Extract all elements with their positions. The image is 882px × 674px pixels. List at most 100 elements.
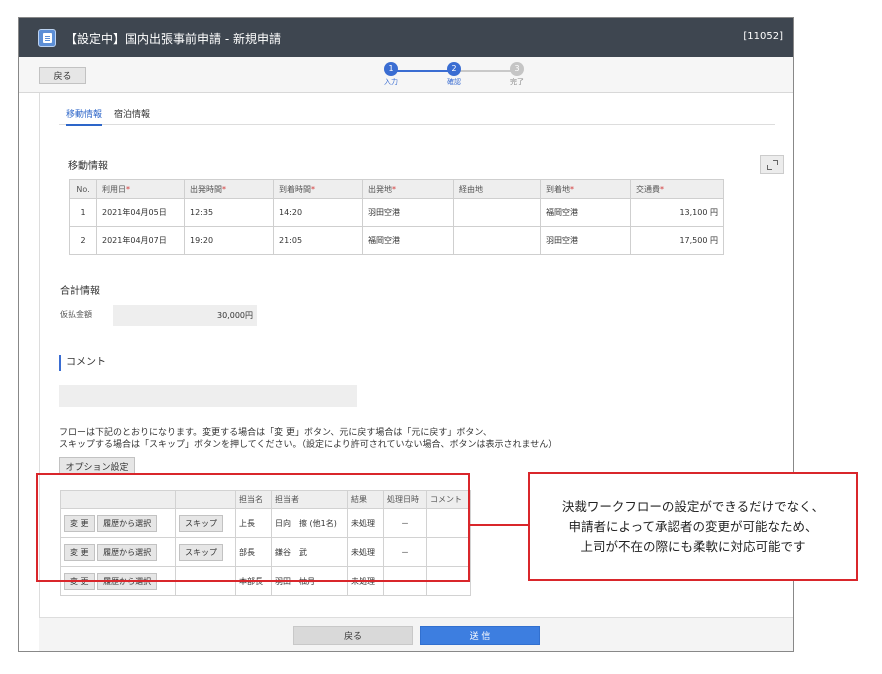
advance-amount-label: 仮払金額 xyxy=(60,310,92,319)
column-header: 処理日時 xyxy=(383,490,427,509)
table-row[interactable]: 1 2021年04月05日 12:35 14:20 羽田空港 福岡空港 13,1… xyxy=(69,198,724,227)
select-from-history-button[interactable]: 履歴から選択 xyxy=(97,514,158,532)
flow-row: 変 更 履歴から選択 本部長 羽田 柚月 未処理 － xyxy=(60,566,471,596)
step-number: 2 xyxy=(447,62,461,76)
callout-line-3: 上司が不在の際にも柔軟に対応可能です xyxy=(580,539,806,554)
step-label: 完了 xyxy=(510,78,524,86)
back-button-top[interactable]: 戻る xyxy=(39,67,86,84)
cell-depart-time: 12:35 xyxy=(184,198,274,227)
title-bar: 【設定中】国内出張事前申請 - 新規申請 [11052] xyxy=(19,18,793,57)
comment-section-title: コメント xyxy=(59,355,106,371)
cell-from: 羽田空港 xyxy=(362,198,454,227)
flow-row: 変 更 履歴から選択 スキップ 部長 鎌谷 武 未処理 － xyxy=(60,537,471,567)
select-from-history-button[interactable]: 履歴から選択 xyxy=(97,572,158,590)
cell-to: 羽田空港 xyxy=(540,226,631,255)
comment-field[interactable] xyxy=(59,385,357,407)
cell-person: 日向 擦 (他1名) xyxy=(271,508,348,538)
cell-to: 福岡空港 xyxy=(540,198,631,227)
option-settings-button[interactable]: オプション設定 xyxy=(59,457,135,475)
table-row[interactable]: 2 2021年04月07日 19:20 21:05 福岡空港 羽田空港 17,5… xyxy=(69,226,724,255)
column-header-label: 出発時間 xyxy=(190,184,222,194)
footer-bar: 戻る 送 信 xyxy=(39,617,793,651)
callout-line-1: 決裁ワークフローの設定ができるだけでなく、 xyxy=(561,499,825,514)
column-header-label: 到着地 xyxy=(546,184,570,194)
document-app-icon xyxy=(38,29,56,47)
table-header-row: No. 利用日* 出発時間* 到着時間* 出発地* 経由地 到着地* 交通費* xyxy=(69,179,724,199)
cell-date: 2021年04月05日 xyxy=(96,198,185,227)
tab-bar: 移動情報 宿泊情報 xyxy=(59,107,775,126)
cell-processed-date: － xyxy=(383,566,427,596)
column-header xyxy=(60,490,176,509)
column-header: 担当名 xyxy=(235,490,272,509)
cell-via xyxy=(453,226,541,255)
cell-result: 未処理 xyxy=(347,537,384,567)
cell-result: 未処理 xyxy=(347,508,384,538)
change-approver-button[interactable]: 変 更 xyxy=(64,514,95,532)
cell-date: 2021年04月07日 xyxy=(96,226,185,255)
column-header: 担当者 xyxy=(271,490,348,509)
cell-role: 上長 xyxy=(235,508,272,538)
column-header: 経由地 xyxy=(453,179,541,199)
cell-comment xyxy=(426,508,471,538)
advance-amount-value: 30,000円 xyxy=(113,305,257,326)
send-button[interactable]: 送 信 xyxy=(420,626,540,645)
flow-actions: 変 更 履歴から選択 xyxy=(60,537,176,567)
cell-no: 2 xyxy=(69,226,97,255)
form-id: [11052] xyxy=(743,31,783,42)
cell-fare: 17,500 円 xyxy=(630,226,724,255)
column-header-label: 到着時間 xyxy=(279,184,311,194)
column-header: 到着時間* xyxy=(273,179,363,199)
step-label: 入力 xyxy=(384,78,398,86)
change-approver-button[interactable]: 変 更 xyxy=(64,572,95,590)
skip-button[interactable]: スキップ xyxy=(179,514,223,532)
cell-role: 本部長 xyxy=(235,566,272,596)
expand-icon[interactable] xyxy=(760,155,784,174)
movement-table: No. 利用日* 出発時間* 到着時間* 出発地* 経由地 到着地* 交通費* … xyxy=(69,179,724,255)
cell-from: 福岡空港 xyxy=(362,226,454,255)
column-header: 結果 xyxy=(347,490,384,509)
cell-via xyxy=(453,198,541,227)
required-mark: * xyxy=(570,184,574,194)
cell-processed-date: － xyxy=(383,537,427,567)
step-label: 確認 xyxy=(447,78,461,86)
cell-person: 鎌谷 武 xyxy=(271,537,348,567)
column-header: No. xyxy=(69,179,97,199)
required-mark: * xyxy=(222,184,226,194)
column-header-label: 出発地 xyxy=(368,184,392,194)
table-header-row: 担当名 担当者 結果 処理日時 コメント xyxy=(60,490,471,509)
cell-arrive-time: 14:20 xyxy=(273,198,363,227)
callout-line-2: 申請者によって承認者の変更が可能なため、 xyxy=(568,519,818,534)
cell-role: 部長 xyxy=(235,537,272,567)
callout-connector xyxy=(470,524,528,526)
window-title: 【設定中】国内出張事前申請 - 新規申請 xyxy=(65,32,281,46)
flow-instruction-line: スキップする場合は「スキップ」ボタンを押してください。（設定により許可されていな… xyxy=(59,440,558,450)
column-header-label: 交通費 xyxy=(636,184,660,194)
skip-button[interactable]: スキップ xyxy=(179,543,223,561)
tab-movement[interactable]: 移動情報 xyxy=(66,107,103,126)
required-mark: * xyxy=(660,184,664,194)
toolbar: 戻る 1 入力 2 確認 3 完了 xyxy=(19,57,793,93)
flow-actions: 変 更 履歴から選択 xyxy=(60,566,176,596)
cell-arrive-time: 21:05 xyxy=(273,226,363,255)
back-button-bottom[interactable]: 戻る xyxy=(293,626,413,645)
flow-row: 変 更 履歴から選択 スキップ 上長 日向 擦 (他1名) 未処理 － xyxy=(60,508,471,538)
select-from-history-button[interactable]: 履歴から選択 xyxy=(97,543,158,561)
flow-instruction-text: フローは下記のとおりになります。変更する場合は「変 更」ボタン、元に戻す場合は「… xyxy=(59,427,557,451)
column-header: コメント xyxy=(426,490,471,509)
flow-actions: 変 更 履歴から選択 xyxy=(60,508,176,538)
callout-annotation: 決裁ワークフローの設定ができるだけでなく、 申請者によって承認者の変更が可能なた… xyxy=(528,472,858,581)
column-header-label: 利用日 xyxy=(102,184,126,194)
cell-comment xyxy=(426,537,471,567)
flow-skip-cell xyxy=(175,566,236,596)
cell-result: 未処理 xyxy=(347,566,384,596)
change-approver-button[interactable]: 変 更 xyxy=(64,543,95,561)
column-header: 交通費* xyxy=(630,179,724,199)
cell-processed-date: － xyxy=(383,508,427,538)
column-header: 到着地* xyxy=(540,179,631,199)
step-input: 1 入力 xyxy=(371,62,411,87)
required-mark: * xyxy=(311,184,315,194)
column-header: 出発時間* xyxy=(184,179,274,199)
tab-lodging[interactable]: 宿泊情報 xyxy=(114,107,150,124)
step-number: 3 xyxy=(510,62,524,76)
cell-no: 1 xyxy=(69,198,97,227)
